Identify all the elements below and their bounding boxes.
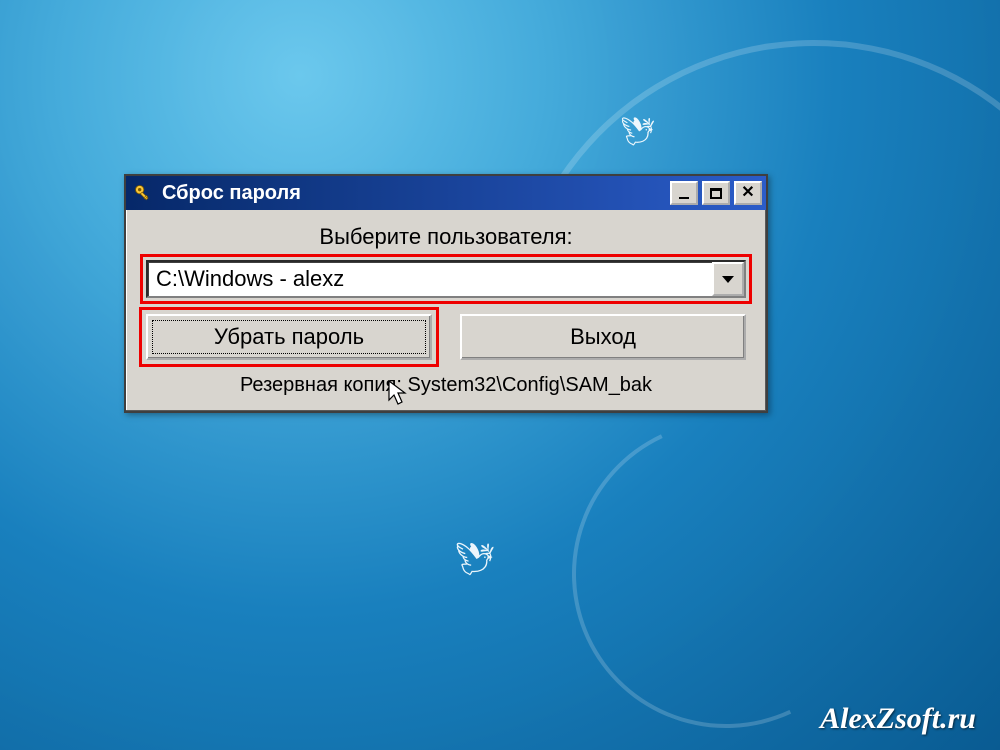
minimize-button[interactable] — [670, 181, 698, 205]
remove-password-button[interactable]: Убрать пароль — [146, 314, 432, 360]
watermark-text: AlexZsoft.ru — [820, 702, 976, 736]
dialog-client-area: Выберите пользователя: C:\Windows - alex… — [126, 210, 766, 411]
window-title: Сброс пароля — [162, 182, 670, 205]
user-select-combo[interactable]: C:\Windows - alexz — [146, 260, 746, 298]
user-select-value: C:\Windows - alexz — [148, 262, 712, 296]
wallpaper-bird: 🕊 — [620, 115, 656, 148]
window-controls: ✕ — [670, 181, 762, 205]
exit-label: Выход — [570, 324, 636, 350]
select-user-label: Выберите пользователя: — [146, 224, 746, 250]
titlebar[interactable]: Сброс пароля ✕ — [126, 176, 766, 210]
maximize-button[interactable] — [702, 181, 730, 205]
close-button[interactable]: ✕ — [734, 181, 762, 205]
password-reset-dialog: Сброс пароля ✕ Выберите пользователя: C:… — [124, 174, 768, 413]
chevron-down-icon — [722, 276, 734, 283]
user-combo-wrap: C:\Windows - alexz — [146, 260, 746, 298]
desktop-wallpaper: 🕊 🕊 Сброс пароля ✕ Выберите пользователя… — [0, 0, 1000, 750]
minimize-icon — [679, 197, 689, 199]
key-icon — [132, 182, 154, 204]
backup-path-label: Резервная копия: System32\Config\SAM_bak — [146, 374, 746, 397]
exit-button[interactable]: Выход — [460, 314, 746, 360]
combo-dropdown-button[interactable] — [712, 262, 744, 296]
wallpaper-bird: 🕊 — [455, 540, 496, 578]
remove-password-label: Убрать пароль — [214, 324, 364, 350]
maximize-icon — [710, 188, 722, 199]
button-row: Убрать пароль Выход — [146, 314, 746, 360]
close-icon: ✕ — [741, 185, 754, 201]
